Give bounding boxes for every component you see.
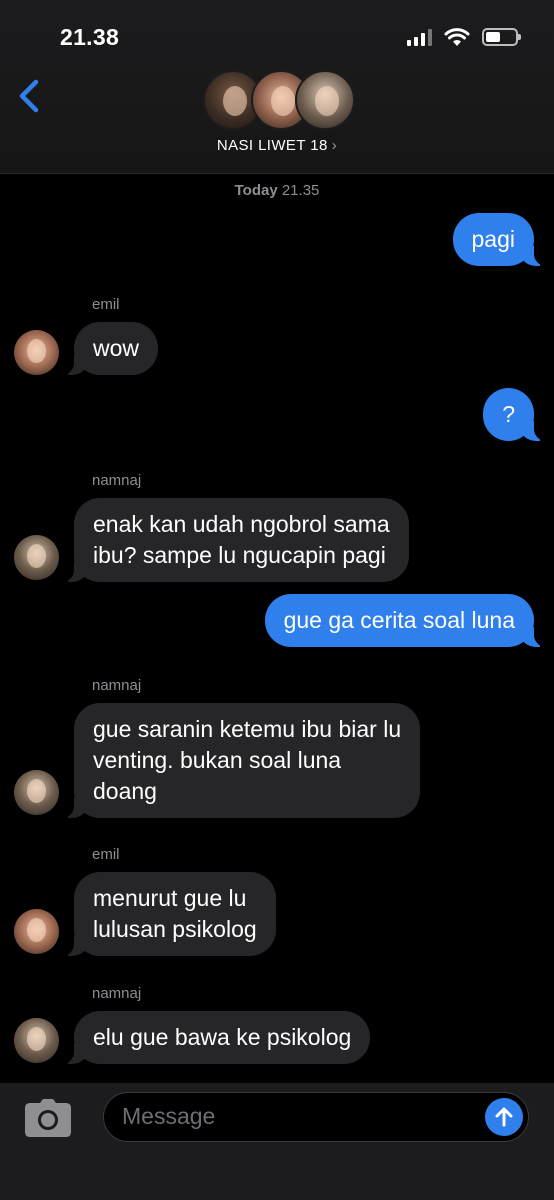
timestamp-time: 21.35 xyxy=(281,182,320,199)
message-bubble-incoming[interactable]: elu gue bawa ke psikolog xyxy=(59,1011,371,1064)
sender-avatar[interactable] xyxy=(14,330,59,375)
sender-name: emil xyxy=(92,846,120,863)
send-button[interactable] xyxy=(485,1098,523,1136)
back-button[interactable] xyxy=(14,76,46,116)
sender-name: namnaj xyxy=(92,677,142,694)
message-field[interactable] xyxy=(103,1092,529,1142)
message-line: lulusan psikolog xyxy=(93,916,257,942)
message-bubble-incoming[interactable]: menurut gue lu lulusan psikolog xyxy=(60,872,276,956)
message-bubble-incoming[interactable]: enak kan udah ngobrol sama ibu? sampe lu… xyxy=(60,498,409,582)
sender-name: emil xyxy=(92,296,120,313)
sender-avatar[interactable] xyxy=(14,1018,59,1063)
message-text: ? xyxy=(502,401,515,427)
status-icons xyxy=(407,24,521,50)
message-line: ibu? sampe lu ngucapin pagi xyxy=(93,542,386,568)
signal-icon xyxy=(407,28,432,46)
sender-avatar[interactable] xyxy=(14,909,59,954)
message-bubble-incoming[interactable]: wow xyxy=(59,322,159,375)
group-avatars[interactable] xyxy=(203,70,355,130)
send-arrow-icon xyxy=(495,1107,513,1127)
status-time: 21.38 xyxy=(60,24,120,50)
message-bubble-incoming[interactable]: gue saranin ketemu ibu biar lu venting. … xyxy=(59,703,421,818)
conversation-header: 21.38 NASI LIWET 18 › xyxy=(0,0,554,174)
message-input[interactable] xyxy=(122,1093,472,1140)
chevron-right-icon: › xyxy=(331,137,338,154)
member-avatar xyxy=(295,70,355,130)
sender-name: namnaj xyxy=(92,985,142,1002)
sender-name: namnaj xyxy=(92,472,142,489)
message-text: gue ga cerita soal luna xyxy=(283,607,515,633)
wifi-icon xyxy=(444,27,470,46)
message-line: gue saranin ketemu ibu biar lu xyxy=(93,716,402,742)
message-bubble-outgoing[interactable]: ? xyxy=(483,388,548,441)
group-name-button[interactable]: NASI LIWET 18 › xyxy=(0,137,554,154)
sender-avatar[interactable] xyxy=(14,535,59,580)
message-line: menurut gue lu xyxy=(93,885,247,911)
back-chevron-icon xyxy=(19,79,39,113)
camera-icon xyxy=(25,1099,71,1137)
message-line: doang xyxy=(93,778,157,804)
camera-button[interactable] xyxy=(24,1098,72,1138)
thread-timestamp: Today 21.35 xyxy=(0,182,554,199)
timestamp-day: Today xyxy=(234,182,278,199)
message-line: enak kan udah ngobrol sama xyxy=(93,511,390,537)
composer-bar xyxy=(0,1083,554,1200)
message-text: pagi xyxy=(471,226,515,252)
group-name: NASI LIWET 18 xyxy=(216,137,328,154)
message-text: wow xyxy=(93,335,140,361)
message-line: venting. bukan soal luna xyxy=(93,747,342,773)
sender-avatar[interactable] xyxy=(14,770,59,815)
battery-icon xyxy=(482,28,521,46)
message-text: elu gue bawa ke psikolog xyxy=(93,1024,352,1050)
message-bubble-outgoing[interactable]: gue ga cerita soal luna xyxy=(264,594,549,647)
message-bubble-outgoing[interactable]: pagi xyxy=(452,213,549,266)
